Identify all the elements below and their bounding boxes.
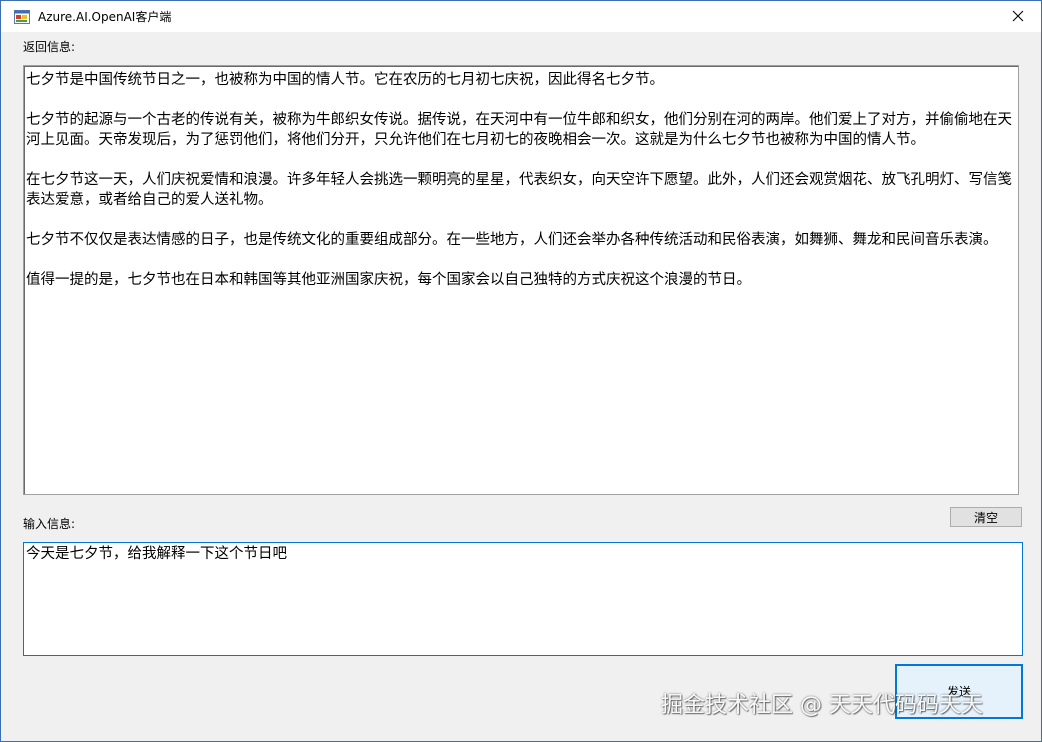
output-paragraph: 七夕节的起源与一个古老的传说有关，被称为牛郎织女传说。据传说，在天河中有一位牛郎… xyxy=(26,112,1012,148)
output-paragraph: 值得一提的是，七夕节也在日本和韩国等其他亚洲国家庆祝，每个国家会以自己独特的方式… xyxy=(26,272,751,288)
close-button[interactable] xyxy=(995,1,1041,32)
send-button[interactable]: 发送 xyxy=(895,664,1023,719)
app-icon xyxy=(14,9,30,25)
clear-button[interactable]: 清空 xyxy=(950,507,1022,527)
input-textbox[interactable]: 今天是七夕节，给我解释一下这个节日吧 xyxy=(23,542,1023,656)
title-bar[interactable]: Azure.AI.OpenAI客户端 xyxy=(1,1,1041,32)
input-label: 输入信息: xyxy=(23,517,76,531)
close-icon xyxy=(1012,7,1024,26)
window-title: Azure.AI.OpenAI客户端 xyxy=(38,10,172,24)
output-paragraph: 七夕节是中国传统节日之一，也被称为中国的情人节。它在农历的七月初七庆祝，因此得名… xyxy=(26,72,664,88)
output-label: 返回信息: xyxy=(23,40,76,54)
output-paragraph: 在七夕节这一天，人们庆祝爱情和浪漫。许多年轻人会挑选一颗明亮的星星，代表织女，向… xyxy=(26,172,1012,208)
output-textbox[interactable]: 七夕节是中国传统节日之一，也被称为中国的情人节。它在农历的七月初七庆祝，因此得名… xyxy=(23,65,1019,495)
output-paragraph: 七夕节不仅仅是表达情感的日子，也是传统文化的重要组成部分。在一些地方，人们还会举… xyxy=(26,232,998,248)
app-window: Azure.AI.OpenAI客户端 返回信息: 七夕节是中国传统节日之一，也被… xyxy=(0,0,1042,742)
